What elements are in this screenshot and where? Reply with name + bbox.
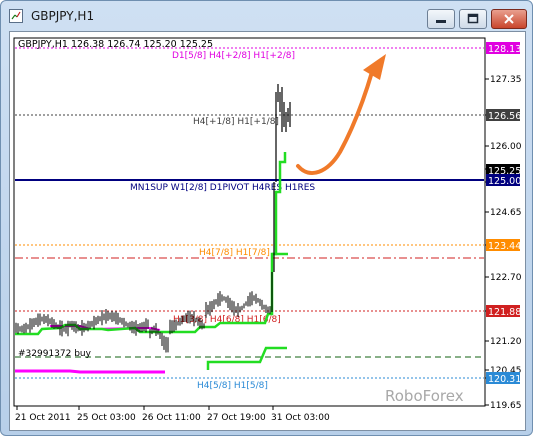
y-tick-label: 122.70 xyxy=(490,273,522,283)
price-chart[interactable]: GBPJPY,H1 126.38 126.74 125.20 125.25 D1… xyxy=(9,31,526,431)
price-box-label-128-13: 128.13 xyxy=(488,44,521,55)
chart-canvas[interactable]: GBPJPY,H1 126.38 126.74 125.20 125.25 D1… xyxy=(10,32,525,430)
maximize-button[interactable] xyxy=(459,9,487,29)
price-box-label-121-88: 121.88 xyxy=(488,307,521,318)
x-tick-label: 26 Oct 11:00 xyxy=(142,413,201,423)
label-line-128-13: D1[5/8] H4[+2/8] H1[+2/8] xyxy=(172,51,295,61)
order-label: #32991372 buy xyxy=(18,349,92,359)
x-tick-label: 31 Oct 03:00 xyxy=(271,413,330,423)
price-box-label-126-56: 126.56 xyxy=(488,111,521,122)
minimize-icon xyxy=(436,20,446,23)
label-line-126-56: H4[+1/8] H1[+1/8] xyxy=(193,117,279,127)
chart-window: GBPJPY,H1 GBPJPY,H1 126.38 126.74 125.20… xyxy=(0,0,533,436)
price-box-label-120-31: 120.31 xyxy=(488,374,521,385)
chart-window-icon xyxy=(9,9,23,23)
y-tick-label: 126.00 xyxy=(490,142,522,152)
y-tick-label: 121.20 xyxy=(490,337,522,347)
x-tick-label: 27 Oct 19:00 xyxy=(207,413,266,423)
label-line-123-44: H4[7/8] H1[7/8] xyxy=(199,248,270,258)
x-tick-label: 25 Oct 03:00 xyxy=(77,413,136,423)
title-bar[interactable]: GBPJPY,H1 xyxy=(1,1,532,31)
price-box-label-125-00: 125.00 xyxy=(488,176,521,187)
y-tick-label: 124.65 xyxy=(490,208,522,218)
maximize-icon xyxy=(467,13,479,24)
close-button[interactable] xyxy=(491,9,527,29)
y-tick-label: 119.65 xyxy=(490,401,522,411)
minimize-button[interactable] xyxy=(427,9,455,29)
time-axis: 21 Oct 2011 25 Oct 03:00 26 Oct 11:00 27 Oc… xyxy=(15,406,330,423)
x-tick-label: 21 Oct 2011 xyxy=(15,413,71,423)
close-icon xyxy=(504,14,514,24)
label-line-125-00: MN1SUP W1[2/8] D1PIVOT H4RES H1RES xyxy=(130,183,315,193)
y-tick-label: 127.35 xyxy=(490,75,522,85)
price-box-label-123-44: 123.44 xyxy=(488,241,521,252)
magenta-level-line xyxy=(15,369,165,374)
label-line-120-31: H4[5/8] H1[5/8] xyxy=(197,381,268,391)
watermark: RoboForex xyxy=(385,387,464,405)
window-title: GBPJPY,H1 xyxy=(31,9,95,23)
